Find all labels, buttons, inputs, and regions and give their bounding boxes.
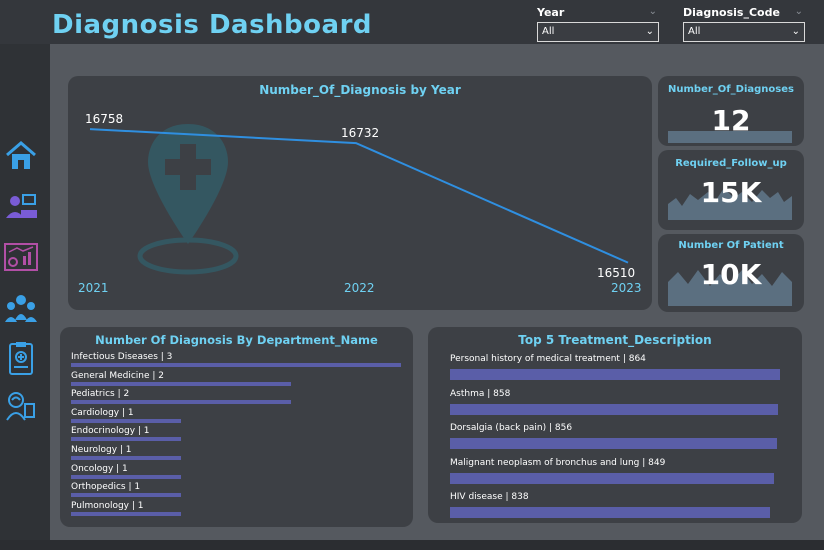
department-label: Oncology | 1 [71,463,128,474]
department-bar[interactable] [71,418,181,423]
department-label: Cardiology | 1 [71,407,134,418]
department-row[interactable]: Neurology | 1 [71,445,181,460]
treatment-bar[interactable] [450,472,775,484]
doctor-icon[interactable] [3,388,39,424]
department-label: General Medicine | 2 [71,370,165,381]
department-bar[interactable] [71,511,181,516]
x-tick-label: 2022 [344,281,375,295]
department-label: Pediatrics | 2 [71,389,130,400]
department-bar[interactable] [71,400,291,405]
department-chart-title: Number Of Diagnosis By Department_Name [95,333,378,347]
department-row[interactable]: Cardiology | 1 [71,408,181,423]
diagnosis-code-select[interactable]: All ⌄ [683,22,805,42]
treatment-row[interactable]: Asthma | 858 [450,389,778,415]
kpi-number-of-patient: Number Of Patient 10K [658,234,804,312]
clipboard-icon[interactable] [3,340,39,376]
x-tick-label: 2021 [78,281,109,295]
diagnosis-code-filter: Diagnosis_Code ⌄ All ⌄ [683,6,805,42]
department-row[interactable]: Orthopedics | 1 [71,482,181,498]
department-row[interactable]: Pulmonology | 1 [71,501,181,516]
department-row[interactable]: Endocrinology | 1 [71,426,181,442]
department-bar[interactable] [71,493,181,498]
treatment-card: Top 5 Treatment_Description Personal his… [428,327,802,523]
department-label: Orthopedics | 1 [71,482,141,493]
treatment-bar[interactable] [450,507,771,518]
treatment-bar[interactable] [450,438,777,449]
department-bar[interactable] [71,437,181,442]
kpi-title: Number_Of_Diagnoses [668,84,794,95]
department-bar[interactable] [71,456,181,460]
kpi-value: 10K [700,258,762,291]
treatment-row[interactable]: Dorsalgia (back pain) | 856 [450,423,777,449]
treatment-label: HIV disease | 838 [450,492,529,502]
kpi-number-of-diagnoses: Number_Of_Diagnoses 12 [658,76,804,146]
department-row[interactable]: General Medicine | 2 [71,371,291,386]
treatment-bar[interactable] [450,369,780,380]
year-filter: Year ⌄ All ⌄ [537,6,659,42]
year-filter-collapse-icon[interactable]: ⌄ [649,6,657,17]
treatment-row[interactable]: Malignant neoplasm of bronchus and lung … [450,457,775,484]
department-bar[interactable] [71,474,181,479]
x-tick-label: 2023 [611,281,642,295]
treatment-label: Malignant neoplasm of bronchus and lung … [450,457,666,468]
users-icon[interactable] [3,188,39,224]
home-icon[interactable] [3,138,39,174]
diagnosis-code-select-value: All [688,26,701,37]
year-select[interactable]: All ⌄ [537,22,659,42]
bottom-strip [0,540,824,550]
data-label: 16758 [85,112,124,126]
department-card: Number Of Diagnosis By Department_Name I… [60,327,413,527]
department-bar[interactable] [71,381,291,386]
treatment-label: Asthma | 858 [450,388,511,399]
line-chart [89,124,629,275]
kpi-value: 15K [700,176,762,209]
department-label: Neurology | 1 [71,445,132,455]
treatment-chart-title: Top 5 Treatment_Description [518,333,712,347]
location-pin-icon [137,124,239,275]
department-label: Pulmonology | 1 [71,500,144,511]
diagnosis-code-filter-label: Diagnosis_Code [683,6,780,19]
diagnosis-code-filter-collapse-icon[interactable]: ⌄ [795,6,803,17]
year-select-value: All [542,26,555,37]
department-row[interactable]: Pediatrics | 2 [71,389,291,405]
data-label: 16510 [597,266,636,280]
diagnosis-by-year-card: Number_Of_Diagnosis by Year 16758 2021 167… [68,76,652,310]
treatment-row[interactable]: Personal history of medical treatment | … [450,354,780,380]
chevron-down-icon: ⌄ [791,26,800,37]
kpi-sparkline [668,131,792,143]
team-icon[interactable] [3,290,39,326]
analytics-icon[interactable] [3,240,39,276]
department-bar[interactable] [71,363,401,367]
treatment-label: Personal history of medical treatment | … [450,354,646,364]
treatment-bar[interactable] [450,403,778,415]
page-title: Diagnosis Dashboard [52,10,373,40]
department-label: Endocrinology | 1 [71,426,150,437]
year-filter-label: Year [537,6,565,19]
department-label: Infectious Diseases | 3 [71,352,173,362]
kpi-required-follow-up: Required_Follow_up 15K [658,150,804,230]
treatment-row[interactable]: HIV disease | 838 [450,492,771,518]
department-row[interactable]: Oncology | 1 [71,464,181,479]
data-label: 16732 [341,126,380,140]
department-row[interactable]: Infectious Diseases | 3 [71,352,401,367]
chevron-down-icon: ⌄ [645,26,654,37]
treatment-label: Dorsalgia (back pain) | 856 [450,423,573,433]
